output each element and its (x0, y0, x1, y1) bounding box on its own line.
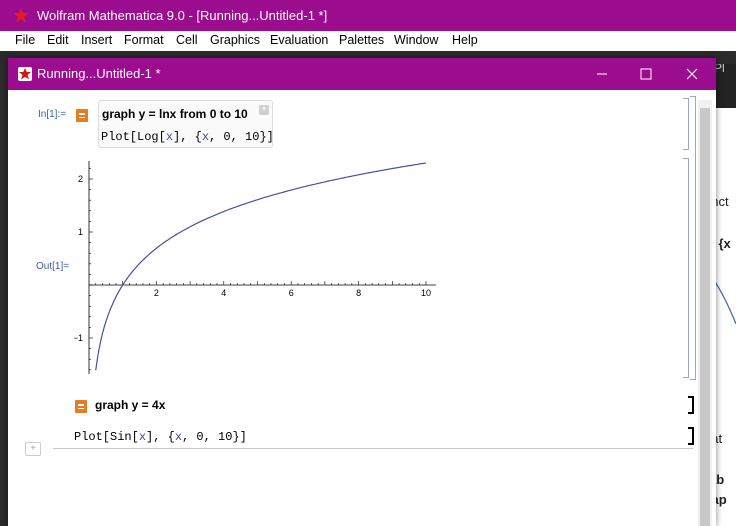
x-tick-label: 8 (356, 288, 361, 298)
x-tick-label: 2 (154, 288, 159, 298)
notebook-window: Running...Untitled-1 * In[1]:= graph y =… (8, 58, 716, 526)
background-left-strip (0, 64, 8, 526)
menu-graphics[interactable]: Graphics (210, 33, 260, 47)
menu-file[interactable]: File (15, 33, 35, 47)
close-icon[interactable] (682, 64, 702, 84)
menu-insert[interactable]: Insert (81, 33, 112, 47)
expand-plus-icon[interactable]: + (259, 105, 269, 115)
code-token: ], { (173, 130, 202, 144)
menu-edit[interactable]: Edit (47, 33, 69, 47)
y-tick-label: 2 (78, 174, 83, 184)
group-cell-bracket[interactable] (690, 96, 696, 380)
app-title: Wolfram Mathematica 9.0 - [Running...Unt… (37, 8, 328, 23)
y-tick-label: −1 (74, 333, 83, 343)
code-token: ], { (146, 430, 175, 444)
y-tick-label: 1 (78, 227, 83, 237)
free-form-input[interactable]: graph y = lnx from 0 to 10 + Plot[Log[x]… (98, 100, 274, 148)
free-form-input-icon[interactable] (76, 109, 88, 122)
x-tick-label: 6 (289, 288, 294, 298)
code-variable: x (174, 430, 183, 444)
cell-bracket[interactable] (688, 396, 694, 414)
free-form-query[interactable]: graph y = lnx from 0 to 10 (102, 107, 248, 121)
menu-bar: File Edit Insert Format Cell Graphics Ev… (0, 31, 736, 51)
x-tick-label: 10 (421, 288, 431, 298)
cell-insertion-line (53, 448, 693, 449)
code-cell[interactable]: Plot[Sin[x], {x, 0, 10}] (74, 430, 247, 444)
code-variable: x (165, 130, 174, 144)
app-titlebar: Wolfram Mathematica 9.0 - [Running...Unt… (0, 0, 736, 31)
maximize-icon[interactable] (636, 64, 656, 84)
scrollbar-thumb[interactable] (700, 108, 710, 526)
input-label: In[1]:= (38, 109, 67, 120)
notebook-body[interactable]: In[1]:= graph y = lnx from 0 to 10 + Plo… (8, 90, 716, 526)
menu-palettes[interactable]: Palettes (339, 33, 384, 47)
mathematica-logo-icon (18, 67, 32, 81)
cell-title[interactable]: graph y = 4x (95, 398, 165, 412)
mathematica-logo-icon (13, 8, 29, 23)
input-code[interactable]: Plot[Log[x], {x, 0, 10}] (101, 130, 274, 144)
code-variable: x (138, 430, 147, 444)
cell-bracket[interactable] (688, 427, 694, 445)
notebook-titlebar[interactable]: Running...Untitled-1 * (8, 58, 716, 90)
code-token: , 0, 10}] (182, 430, 247, 444)
menu-format[interactable]: Format (124, 33, 164, 47)
x-tick-label: 4 (221, 288, 226, 298)
code-token: Plot[Log[ (101, 130, 166, 144)
log-curve (95, 162, 427, 371)
code-token: , 0, 10}] (209, 130, 274, 144)
vertical-scrollbar[interactable] (698, 100, 712, 526)
menu-help[interactable]: Help (452, 33, 478, 47)
log-plot[interactable]: 2 4 6 8 10 2 1 −1 (74, 158, 444, 378)
menu-cell[interactable]: Cell (176, 33, 198, 47)
insert-cell-plus-icon[interactable]: + (25, 442, 41, 456)
menu-window[interactable]: Window (394, 33, 438, 47)
minimize-icon[interactable] (592, 64, 612, 84)
input-cell-bracket[interactable] (683, 98, 689, 150)
notebook-title: Running...Untitled-1 * (37, 66, 161, 81)
output-cell-bracket[interactable] (683, 158, 689, 378)
code-token: Plot[Sin[ (74, 430, 139, 444)
menu-evaluation[interactable]: Evaluation (270, 33, 328, 47)
output-label: Out[1]= (36, 261, 70, 272)
text-cell-icon[interactable] (75, 400, 87, 413)
code-variable: x (201, 130, 210, 144)
